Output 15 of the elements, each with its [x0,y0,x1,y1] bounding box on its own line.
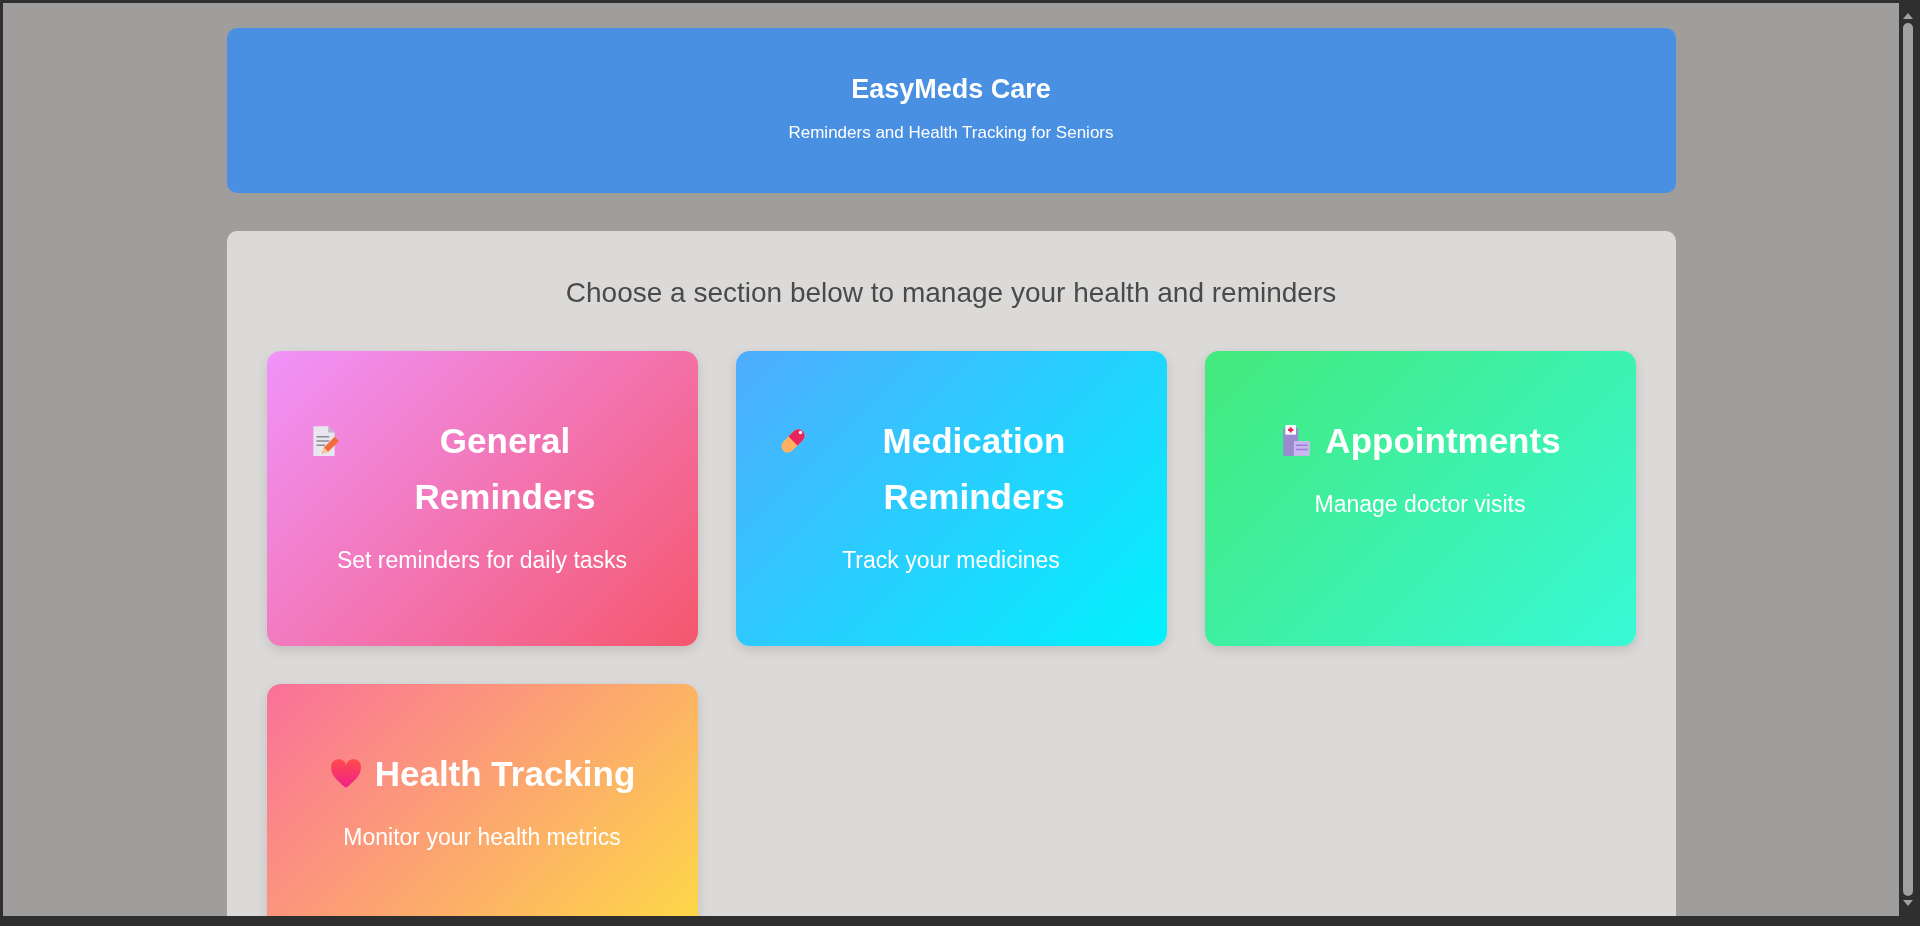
card-description: Track your medicines [841,546,1061,575]
card-title: Appointments [1325,420,1561,462]
app-subtitle: Reminders and Health Tracking for Seniors [787,123,1115,143]
card-description: Monitor your health metrics [342,823,622,852]
app-title: EasyMeds Care [850,73,1052,105]
card-title: General Reminders [413,420,597,518]
section-card[interactable]: Health Tracking Monitor your health metrics [266,684,698,916]
instruction-text: Choose a section below to manage your health and reminders [564,276,1338,310]
section-card[interactable]: General Reminders Set reminders for daily tasks [266,351,698,646]
card-description: Manage doctor visits [1313,490,1527,519]
section-card[interactable]: Appointments Manage doctor visits [1204,351,1636,646]
card-description: Set reminders for daily tasks [335,546,629,575]
section-card[interactable]: Medication Reminders Track your medicines [735,351,1167,646]
card-title: Health Tracking [374,753,636,795]
card-title: Medication Reminders [881,420,1067,518]
